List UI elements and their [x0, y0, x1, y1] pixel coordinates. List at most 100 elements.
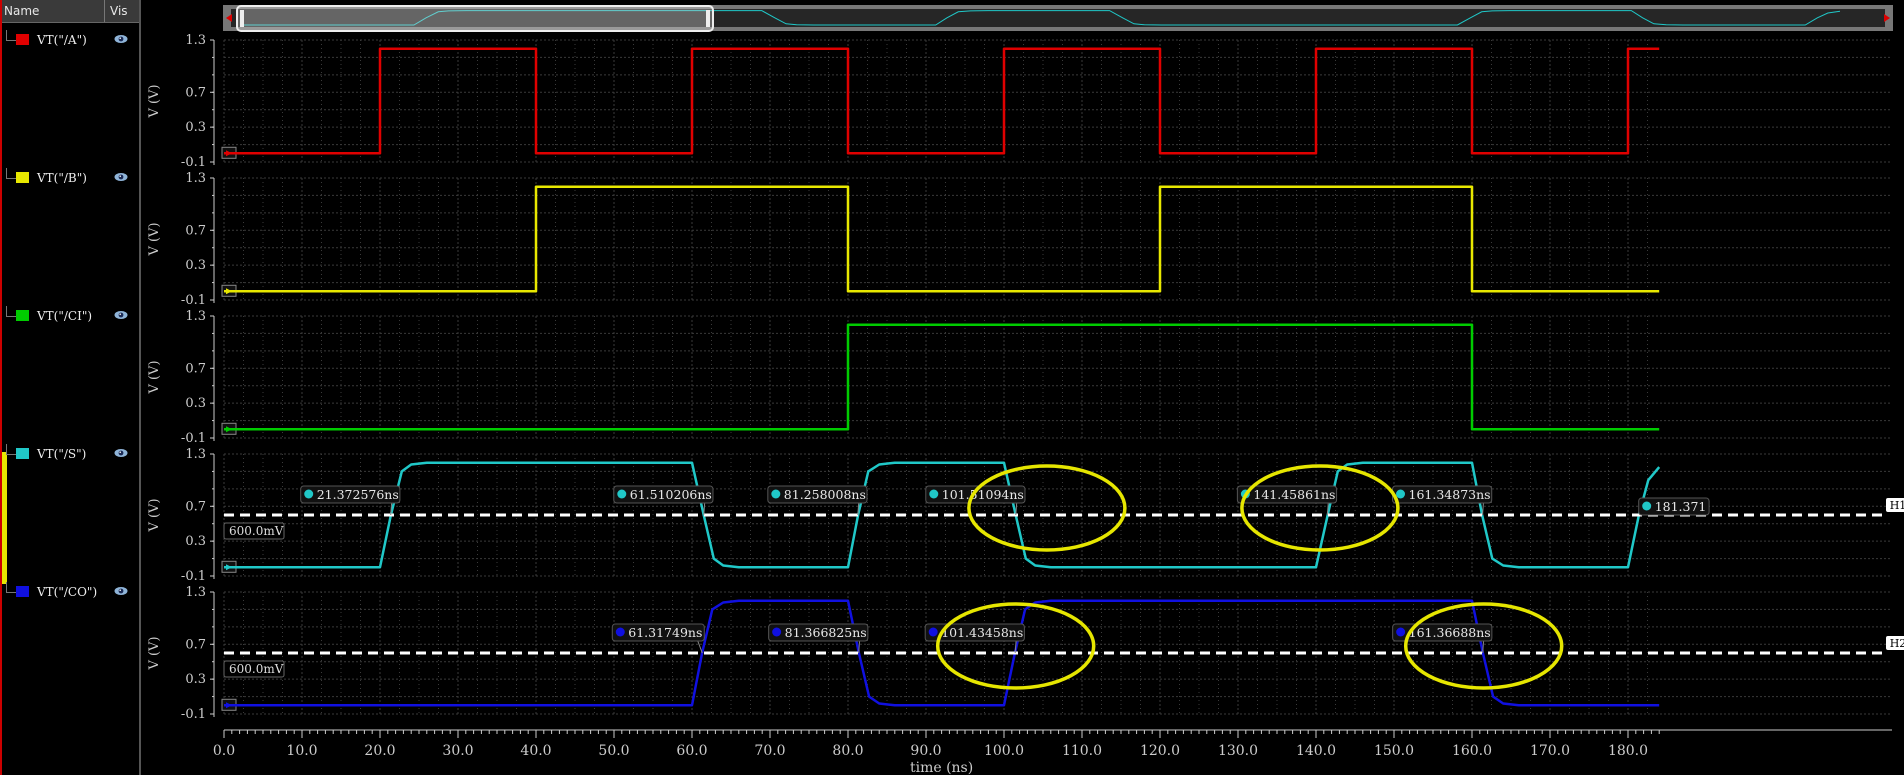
eye-icon[interactable]	[114, 310, 128, 320]
waveform-plot[interactable]: 1.3 0.7 0.3 -0.1 V (V) 1.3 0.7 0.3 -0.1 V (V) 1.3 0…	[141, 0, 1904, 775]
x-tick-label: 70.0	[754, 743, 785, 759]
y-tick-label: -0.1	[181, 155, 206, 170]
marker-value-label: 600.0mV	[229, 524, 284, 538]
x-tick-label: 100.0	[984, 743, 1024, 759]
y-axis-label: V (V)	[147, 222, 162, 256]
signal-color-swatch	[16, 586, 29, 597]
y-tick-label: 0.3	[185, 396, 206, 411]
eye-icon[interactable]	[114, 448, 128, 458]
marker-tag-label: H1	[1890, 499, 1904, 512]
crossing-label: 81.366825ns	[785, 625, 867, 640]
selection-indicator	[2, 452, 7, 584]
x-tick-label: 170.0	[1530, 743, 1570, 759]
crossing-dot-icon	[772, 627, 782, 637]
y-tick-label: 1.3	[185, 33, 206, 48]
x-tick-label: 120.0	[1140, 743, 1180, 759]
x-tick-label: 110.0	[1062, 743, 1102, 759]
x-tick-label: 10.0	[286, 743, 317, 759]
crossing-label: 101.51094ns	[942, 487, 1024, 502]
y-tick-label: 1.3	[185, 171, 206, 186]
eye-icon[interactable]	[114, 586, 128, 596]
signal-color-swatch	[16, 34, 29, 45]
marker-value-label: 600.0mV	[229, 662, 284, 676]
y-tick-label: 0.3	[185, 672, 206, 687]
signal-name: VT("/A")	[37, 33, 87, 47]
y-tick-label: 0.7	[185, 499, 206, 514]
y-tick-label: -0.1	[181, 431, 206, 446]
x-tick-label: 50.0	[598, 743, 629, 759]
crossing-label: 81.258008ns	[784, 487, 866, 502]
column-header-vis[interactable]: Vis	[110, 0, 128, 22]
x-tick-label: 150.0	[1374, 743, 1414, 759]
y-tick-label: 0.7	[185, 85, 206, 100]
crossing-dot-icon	[617, 489, 627, 499]
signal-panel: Name Vis VT("/A") VT("/B") VT("/CI") VT("/S…	[0, 0, 139, 775]
signal-color-swatch	[16, 448, 29, 459]
signal-row[interactable]: VT("/B")	[2, 168, 139, 188]
y-tick-label: 1.3	[185, 585, 206, 600]
x-tick-label: 130.0	[1218, 743, 1258, 759]
x-tick-label: 40.0	[520, 743, 551, 759]
y-tick-label: 0.7	[185, 223, 206, 238]
crossing-dot-icon	[1396, 627, 1406, 637]
highlight-ellipse	[1240, 464, 1400, 552]
x-tick-label: 90.0	[910, 743, 941, 759]
x-tick-label: 160.0	[1452, 743, 1492, 759]
signal-row[interactable]: VT("/CI")	[2, 306, 139, 326]
highlight-ellipse	[967, 464, 1127, 552]
series-line	[224, 185, 1660, 293]
crossing-dot-icon	[929, 489, 939, 499]
column-header-name[interactable]: Name	[4, 0, 105, 22]
crossing-dot-icon	[615, 627, 625, 637]
crossing-label: 141.45861ns	[1253, 487, 1335, 502]
y-tick-label: 0.3	[185, 534, 206, 549]
signal-color-swatch	[16, 172, 29, 183]
viewport-right-handle[interactable]	[706, 10, 710, 27]
x-tick-label: 30.0	[442, 743, 473, 759]
overview-viewport-window[interactable]	[236, 5, 714, 32]
y-tick-label: 0.7	[185, 637, 206, 652]
crossing-label: 21.372576ns	[317, 487, 399, 502]
crossing-dot-icon	[928, 627, 938, 637]
viewport-left-handle[interactable]	[240, 10, 244, 27]
y-tick-label: 0.3	[185, 120, 206, 135]
series-line	[224, 47, 1660, 155]
y-tick-label: 1.3	[185, 447, 206, 462]
signal-name: VT("/B")	[37, 171, 87, 185]
eye-icon[interactable]	[114, 34, 128, 44]
signal-name: VT("/CI")	[37, 309, 93, 323]
eye-icon[interactable]	[114, 172, 128, 182]
crossing-dot-icon	[1642, 501, 1652, 511]
signal-name: VT("/S")	[37, 447, 87, 461]
signal-row[interactable]: VT("/A")	[2, 30, 139, 50]
crossing-label: 101.43458ns	[941, 625, 1023, 640]
x-tick-label: 60.0	[676, 743, 707, 759]
signal-panel-header: Name Vis	[2, 0, 139, 23]
crossing-dot-icon	[304, 489, 314, 499]
y-tick-label: -0.1	[181, 707, 206, 722]
series-line	[224, 323, 1660, 431]
y-axis-label: V (V)	[147, 498, 162, 532]
crossing-label: 161.34873ns	[1409, 487, 1491, 502]
y-axis-label: V (V)	[147, 636, 162, 670]
crossing-label: 181.371	[1655, 499, 1707, 514]
y-tick-label: -0.1	[181, 293, 206, 308]
y-tick-label: 0.7	[185, 361, 206, 376]
x-tick-label: 0.0	[213, 743, 235, 759]
signal-row[interactable]: VT("/S")	[2, 444, 139, 464]
y-axis-label: V (V)	[147, 84, 162, 118]
x-axis-label: time (ns)	[910, 760, 973, 775]
y-axis-label: V (V)	[147, 360, 162, 394]
signal-color-swatch	[16, 310, 29, 321]
signal-row[interactable]: VT("/CO")	[2, 582, 139, 602]
y-tick-label: 0.3	[185, 258, 206, 273]
highlight-ellipse	[1403, 602, 1564, 690]
x-tick-label: 80.0	[832, 743, 863, 759]
crossing-label: 61.510206ns	[630, 487, 712, 502]
marker-tag-label: H2	[1890, 637, 1904, 650]
signal-name: VT("/CO")	[37, 585, 98, 599]
x-tick-label: 20.0	[364, 743, 395, 759]
crossing-dot-icon	[771, 489, 781, 499]
crossing-label: 161.36688ns	[1409, 625, 1491, 640]
x-tick-label: 140.0	[1296, 743, 1336, 759]
